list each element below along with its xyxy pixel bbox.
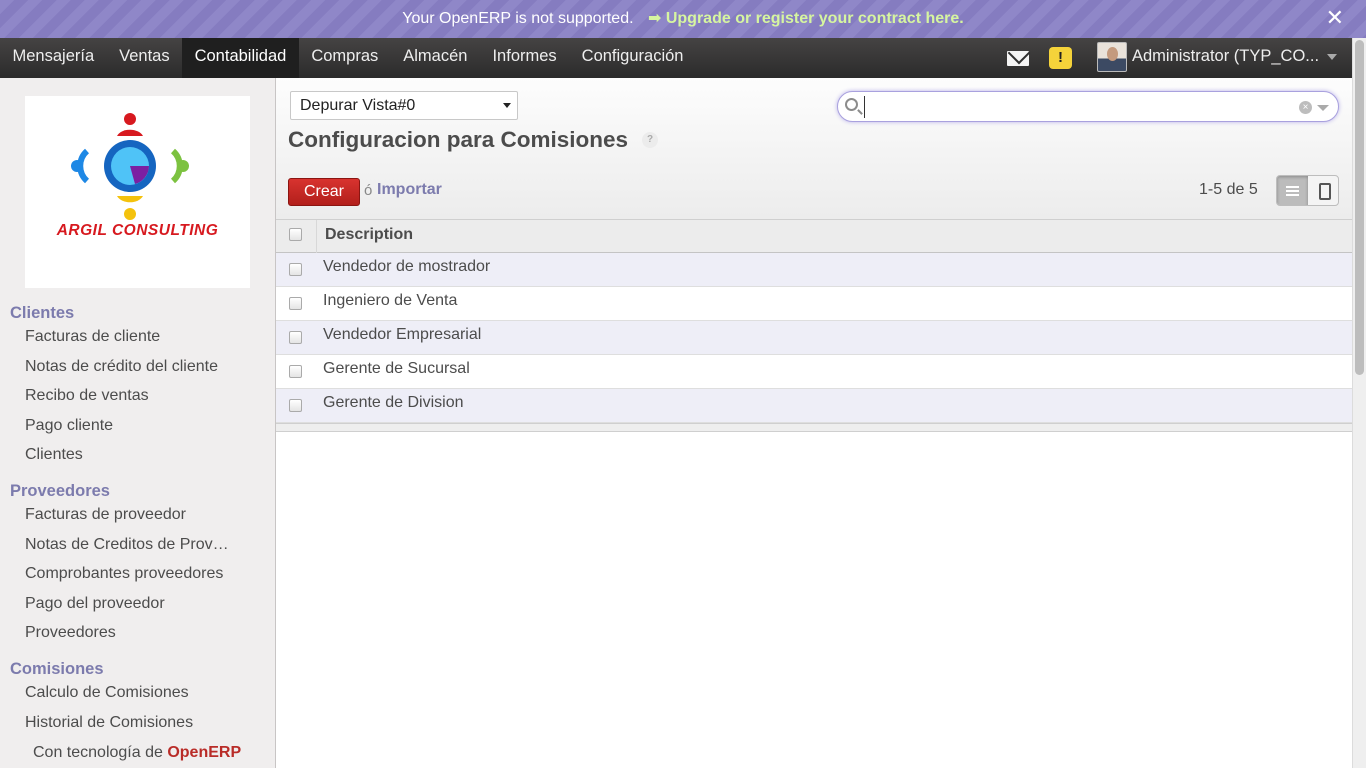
logo-text: ARGIL CONSULTING: [56, 222, 219, 239]
main-menu: Mensajería Ventas Contabilidad Compras A…: [0, 38, 696, 78]
row-checkbox[interactable]: [289, 399, 302, 412]
openerp-link[interactable]: OpenERP: [167, 744, 241, 761]
description-cell: Vendedor de mostrador: [323, 258, 491, 275]
nav-proveedores[interactable]: Proveedores: [25, 624, 116, 642]
chevron-down-icon: [503, 103, 511, 108]
announcement-message: Your OpenERP is not supported.: [402, 10, 634, 27]
menu-item-contabilidad[interactable]: Contabilidad: [182, 38, 299, 78]
table-row[interactable]: Gerente de Division: [276, 389, 1352, 423]
nav-facturas-proveedor[interactable]: Facturas de proveedor: [25, 506, 186, 524]
nav-pago-proveedor[interactable]: Pago del proveedor: [25, 595, 165, 613]
page-scrollbar[interactable]: [1352, 38, 1366, 768]
menu-item-ventas[interactable]: Ventas: [107, 38, 182, 78]
page-title: Configuracion para Comisiones: [288, 127, 629, 152]
list-view-icon[interactable]: [1277, 176, 1308, 205]
records-list: Description Vendedor de mostrador Ingeni…: [276, 220, 1352, 432]
menu-item-almacen[interactable]: Almacén: [391, 38, 480, 78]
avatar[interactable]: [1097, 42, 1127, 72]
row-checkbox[interactable]: [289, 297, 302, 310]
nav-comprobantes-proveedores[interactable]: Comprobantes proveedores: [25, 565, 223, 583]
section-proveedores[interactable]: Proveedores: [10, 482, 110, 501]
debug-view-value: Depurar Vista#0: [300, 97, 416, 114]
or-text: ó: [364, 182, 373, 199]
column-description[interactable]: Description: [325, 226, 413, 244]
description-cell: Vendedor Empresarial: [323, 326, 482, 343]
select-all-checkbox[interactable]: [289, 228, 302, 241]
top-menu-bar: Mensajería Ventas Contabilidad Compras A…: [0, 38, 1352, 78]
close-icon[interactable]: ✕: [1326, 0, 1344, 36]
description-cell: Gerente de Division: [323, 394, 464, 411]
sidebar: ARGIL CONSULTING Clientes Facturas de cl…: [0, 78, 276, 768]
table-row[interactable]: Gerente de Sucursal: [276, 355, 1352, 389]
create-button[interactable]: Crear: [288, 178, 360, 206]
menu-item-informes[interactable]: Informes: [480, 38, 569, 78]
section-clientes[interactable]: Clientes: [10, 304, 74, 323]
description-cell: Ingeniero de Venta: [323, 292, 458, 309]
nav-recibo-ventas[interactable]: Recibo de ventas: [25, 387, 149, 405]
view-header: Depurar Vista#0 Configuracion para Comis…: [276, 78, 1352, 220]
search-input[interactable]: [864, 96, 1294, 118]
scrollbar-thumb[interactable]: [1355, 40, 1364, 375]
nav-calculo-comisiones[interactable]: Calculo de Comisiones: [25, 684, 189, 702]
powered-prefix: Con tecnología de: [33, 744, 163, 761]
nav-pago-cliente[interactable]: Pago cliente: [25, 417, 113, 435]
chevron-down-icon[interactable]: [1327, 54, 1337, 60]
table-row[interactable]: Ingeniero de Venta: [276, 287, 1352, 321]
section-comisiones[interactable]: Comisiones: [10, 660, 104, 679]
table-row[interactable]: Vendedor de mostrador: [276, 253, 1352, 287]
company-logo[interactable]: ARGIL CONSULTING: [25, 96, 250, 288]
debug-view-select[interactable]: Depurar Vista#0: [290, 91, 518, 120]
nav-notas-credito-cliente[interactable]: Notas de crédito del cliente: [25, 358, 218, 376]
list-body: Vendedor de mostrador Ingeniero de Venta…: [276, 253, 1352, 423]
search-options-icon[interactable]: [1317, 105, 1329, 111]
mail-icon[interactable]: [1007, 51, 1029, 66]
menu-item-configuracion[interactable]: Configuración: [569, 38, 696, 78]
nav-historial-comisiones[interactable]: Historial de Comisiones: [25, 714, 193, 732]
import-link[interactable]: Importar: [377, 181, 442, 199]
nav-clientes[interactable]: Clientes: [25, 446, 83, 464]
user-menu[interactable]: Administrator (TYP_CO...: [1132, 38, 1319, 75]
nav-notas-creditos-proveedores[interactable]: Notas de Creditos de Proveedores: [25, 536, 231, 554]
view-switcher: [1276, 175, 1339, 206]
column-separator: [316, 220, 317, 253]
row-checkbox[interactable]: [289, 263, 302, 276]
powered-by: Con tecnología de OpenERP: [33, 744, 241, 762]
row-checkbox[interactable]: [289, 365, 302, 378]
list-footer: [276, 423, 1352, 432]
logo-graphic-icon: [71, 113, 189, 220]
pager[interactable]: 1-5 de 5: [1199, 181, 1258, 199]
announcement-bar: Your OpenERP is not supported. ➡ Upgrade…: [0, 0, 1366, 38]
row-checkbox[interactable]: [289, 331, 302, 344]
menu-item-mensajeria[interactable]: Mensajería: [0, 38, 107, 78]
nav-facturas-cliente[interactable]: Facturas de cliente: [25, 328, 160, 346]
search-box[interactable]: ×: [837, 91, 1339, 122]
form-view-icon[interactable]: [1309, 176, 1338, 205]
menu-item-compras[interactable]: Compras: [299, 38, 391, 78]
upgrade-link[interactable]: ➡ Upgrade or register your contract here…: [648, 10, 964, 27]
list-header: Description: [276, 220, 1352, 253]
table-row[interactable]: Vendedor Empresarial: [276, 321, 1352, 355]
clear-icon[interactable]: ×: [1299, 101, 1312, 114]
help-icon[interactable]: ?: [642, 132, 658, 148]
warning-icon[interactable]: !: [1049, 47, 1072, 69]
description-cell: Gerente de Sucursal: [323, 360, 470, 377]
search-icon: [845, 98, 858, 111]
